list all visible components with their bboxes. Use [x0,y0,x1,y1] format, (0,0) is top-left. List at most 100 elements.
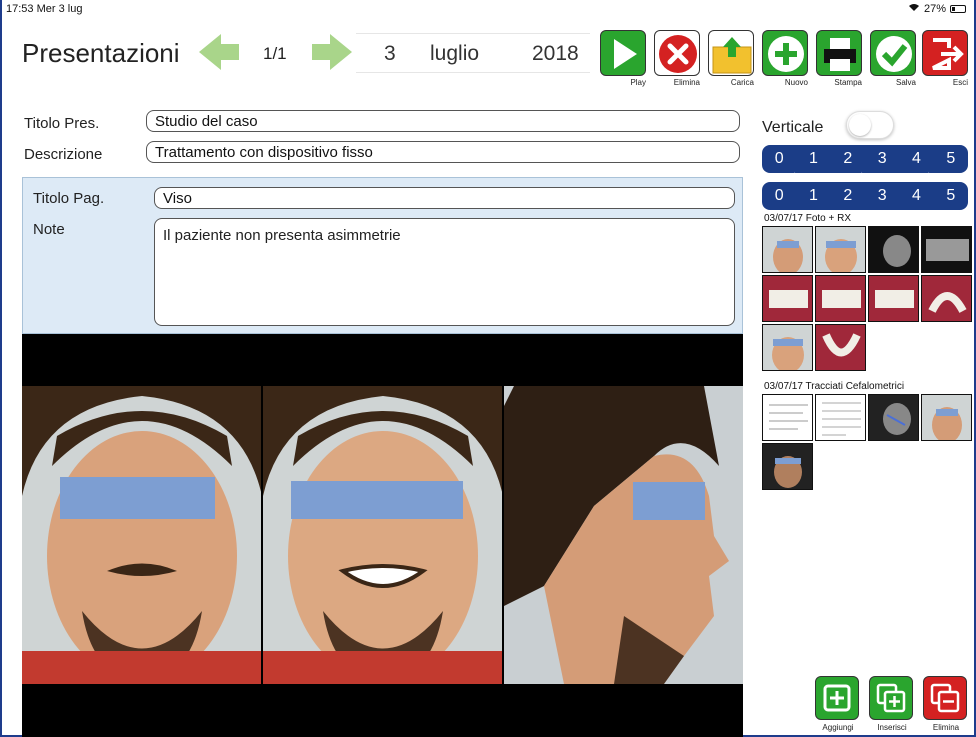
grid-row-selector-bottom[interactable]: 0 1 2 3 4 5 [762,182,968,210]
play-icon [600,30,646,76]
photo-smile[interactable] [263,334,502,737]
description-input[interactable] [146,141,740,163]
thumbnail[interactable] [815,275,866,322]
censor-bar [60,477,215,519]
thumbnail[interactable] [921,275,972,322]
upload-label: Carica [730,78,754,87]
battery-icon [950,5,966,13]
page-title: Presentazioni [22,38,180,68]
thumbnail[interactable] [868,226,919,273]
smiling-face-image [263,386,502,684]
insert-page-icon [869,676,913,720]
date-month[interactable]: luglio [430,42,479,66]
print-label: Stampa [834,78,862,87]
sparkle-icon: ✦ [923,169,935,185]
thumbnail[interactable] [762,443,813,490]
save-button[interactable]: Salva [868,30,918,88]
censor-bar [291,481,463,519]
page-title-input[interactable] [154,187,735,209]
date-day[interactable]: 3 [384,42,396,66]
new-button[interactable]: Nuovo [760,30,810,88]
row-option[interactable]: 2 [843,150,852,168]
arrow-left-icon [199,34,239,70]
thumbnail[interactable] [762,226,813,273]
photo-area[interactable] [22,334,743,737]
row-option[interactable]: 4 [912,187,921,205]
new-label: Nuovo [784,78,808,87]
description-label: Descrizione [24,146,103,163]
thumbnail[interactable] [762,394,813,441]
status-time: 17:53 Mer 3 lug [6,3,83,15]
row-option[interactable]: 5 [946,150,955,168]
play-button[interactable]: Play [598,30,648,88]
date-picker[interactable]: 3 luglio 2018 [356,33,590,73]
delete-page-icon [923,676,967,720]
frontal-face-image [22,386,261,684]
photo-profile[interactable] [504,334,743,737]
check-icon [870,30,916,76]
thumbnail[interactable] [815,226,866,273]
vertical-toggle[interactable] [846,111,894,139]
censor-bar [633,482,705,520]
page-counter: 1/1 [263,44,287,63]
status-right: 27% [908,3,966,15]
exit-label: Esci [952,78,968,87]
presentation-title-label: Titolo Pres. [24,115,100,132]
vertical-label: Verticale [762,119,824,136]
section-caption-photos: 03/07/17 Foto + RX [764,213,852,224]
thumbnail[interactable] [815,324,866,371]
battery-percent: 27% [923,3,946,15]
row-option[interactable]: 3 [878,187,887,205]
exit-icon [922,30,968,76]
page-title-label: Titolo Pag. [33,190,105,207]
row-option[interactable]: 1 [809,150,818,168]
delete-page-label: Elimina [932,723,960,732]
arrow-right-icon [312,34,352,70]
sparkle-icon: ✦ [789,169,801,185]
notes-label: Note [33,221,65,238]
previous-arrow-button[interactable] [197,30,241,74]
tracing-thumbnails [762,394,972,490]
page-panel: Titolo Pag. Note Il paziente non present… [22,177,743,334]
notes-textarea[interactable]: Il paziente non presenta asimmetrie [154,218,735,326]
upload-button[interactable]: Carica [706,30,756,88]
insert-page-button[interactable]: Inserisci [867,676,917,734]
next-arrow-button[interactable] [310,30,354,74]
delete-button[interactable]: Elimina [652,30,702,88]
row-option[interactable]: 3 [878,150,887,168]
profile-face-image [504,386,743,684]
save-label: Salva [895,78,916,87]
add-page-label: Aggiungi [822,723,854,732]
add-page-icon [815,676,859,720]
row-option[interactable]: 1 [809,187,818,205]
exit-button[interactable]: Esci [920,30,970,88]
thumbnail[interactable] [762,275,813,322]
add-page-button[interactable]: Aggiungi [813,676,863,734]
date-year[interactable]: 2018 [532,42,579,66]
row-option[interactable]: 2 [843,187,852,205]
thumbnail[interactable] [815,394,866,441]
photo-frontal[interactable] [22,334,261,737]
plus-icon [762,30,808,76]
sparkle-icon: ✦ [856,169,868,185]
thumbnail[interactable] [868,275,919,322]
insert-page-label: Inserisci [877,723,907,732]
thumbnail[interactable] [762,324,813,371]
delete-icon [654,30,700,76]
upload-folder-icon [708,30,754,76]
row-option[interactable]: 4 [912,150,921,168]
print-button[interactable]: Stampa [814,30,864,88]
status-bar: 17:53 Mer 3 lug 27% [4,0,972,18]
row-option[interactable]: 5 [946,187,955,205]
row-option[interactable]: 0 [775,150,784,168]
row-option[interactable]: 0 [775,187,784,205]
play-label: Play [630,78,646,87]
wifi-icon [908,3,920,15]
thumbnail[interactable] [921,226,972,273]
thumbnail[interactable] [921,394,972,441]
section-caption-tracings: 03/07/17 Tracciati Cefalometrici [764,381,905,392]
delete-page-button[interactable]: Elimina [921,676,971,734]
thumbnail[interactable] [868,394,919,441]
photo-thumbnails [762,226,972,371]
presentation-title-input[interactable] [146,110,740,132]
